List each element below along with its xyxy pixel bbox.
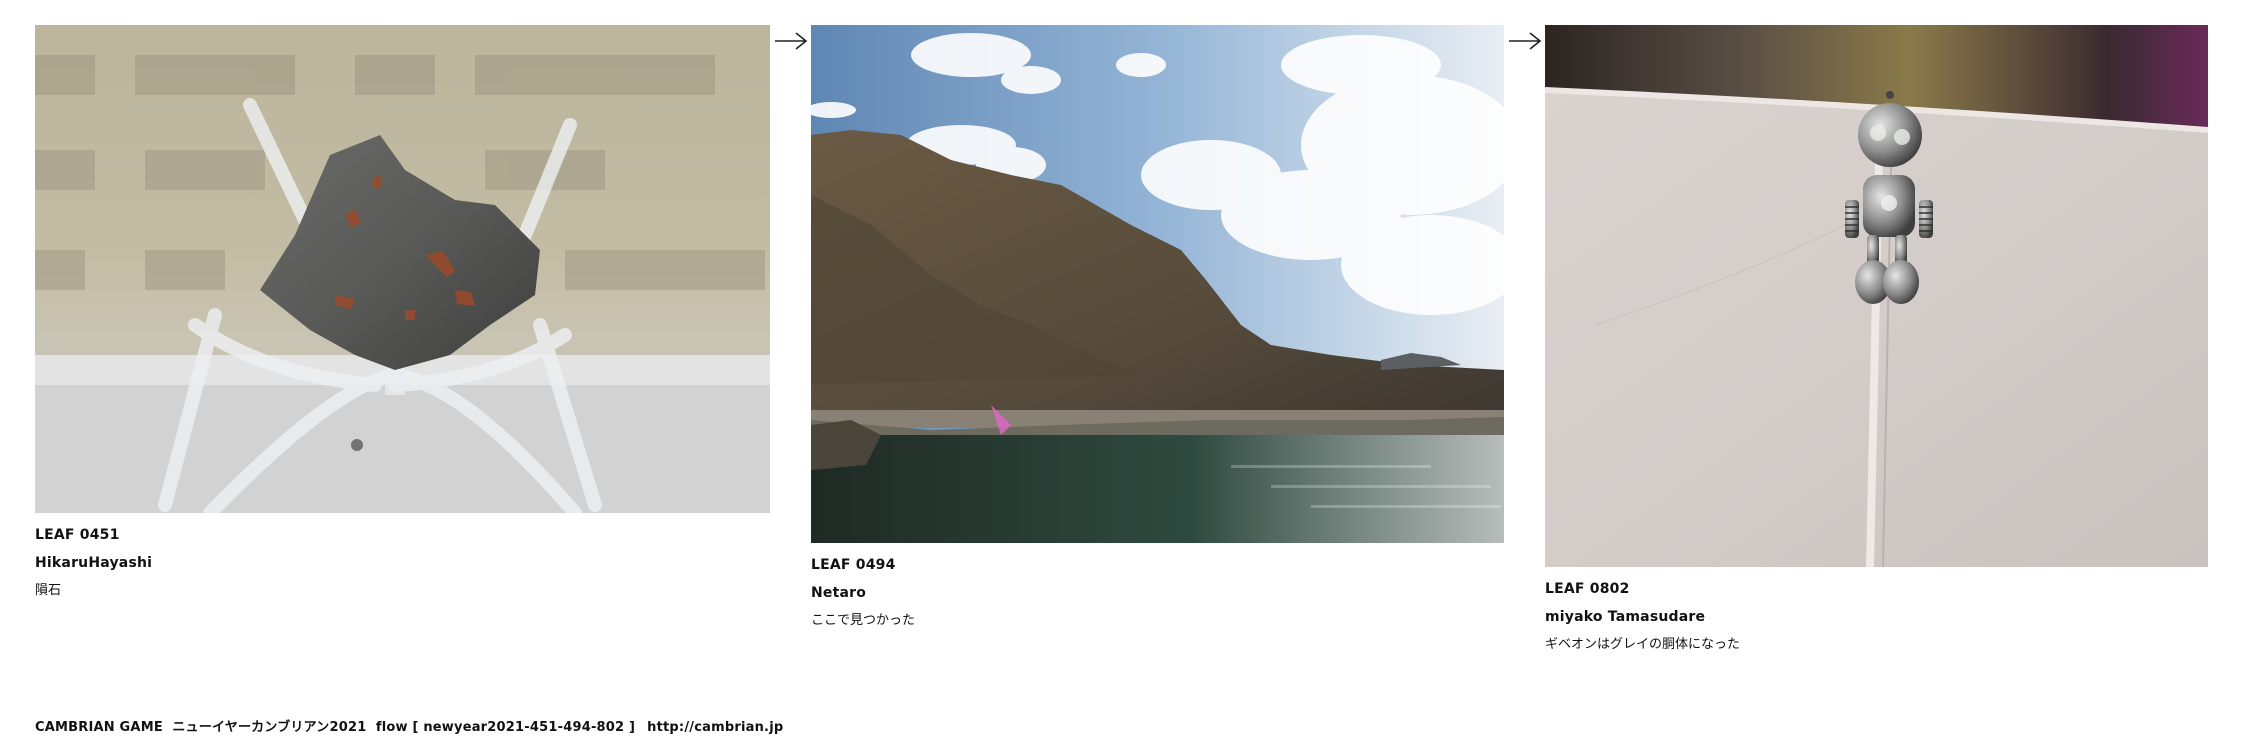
leaf-id: LEAF 0494 <box>811 557 896 573</box>
leaf-photo-meteorite[interactable] <box>35 25 770 513</box>
leaf-author[interactable]: Netaro <box>811 585 1504 601</box>
right-arrow-icon <box>774 30 808 52</box>
robot-charm-image <box>1545 25 2208 567</box>
coast-image <box>811 25 1504 543</box>
leaf-id: LEAF 0451 <box>35 527 120 543</box>
leaf-author[interactable]: HikaruHayashi <box>35 555 770 571</box>
footer-link[interactable]: http://cambrian.jp <box>647 720 783 735</box>
leaf-card: LEAF 0451 HikaruHayashi 隕石 <box>35 25 770 599</box>
leaf-caption: 隕石 <box>35 583 62 598</box>
leaf-caption: ここで見つかった <box>811 613 916 628</box>
leaf-caption: ギベオンはグレイの胴体になった <box>1545 637 1741 652</box>
footer: CAMBRIAN GAME ニューイヤーカンブリアン2021 flow [ ne… <box>35 716 783 735</box>
leaf-author[interactable]: miyako Tamasudare <box>1545 609 2208 625</box>
leaf-card: LEAF 0494 Netaro ここで見つかった <box>811 25 1504 629</box>
meteorite-image <box>35 25 770 513</box>
footer-text: CAMBRIAN GAME ニューイヤーカンブリアン2021 flow [ ne… <box>35 720 636 735</box>
leaf-id: LEAF 0802 <box>1545 581 1630 597</box>
leaf-photo-coast[interactable] <box>811 25 1504 543</box>
leaf-photo-robot-charm[interactable] <box>1545 25 2208 567</box>
leaf-card: LEAF 0802 miyako Tamasudare ギベオンはグレイの胴体に… <box>1545 25 2208 653</box>
right-arrow-icon <box>1508 30 1542 52</box>
